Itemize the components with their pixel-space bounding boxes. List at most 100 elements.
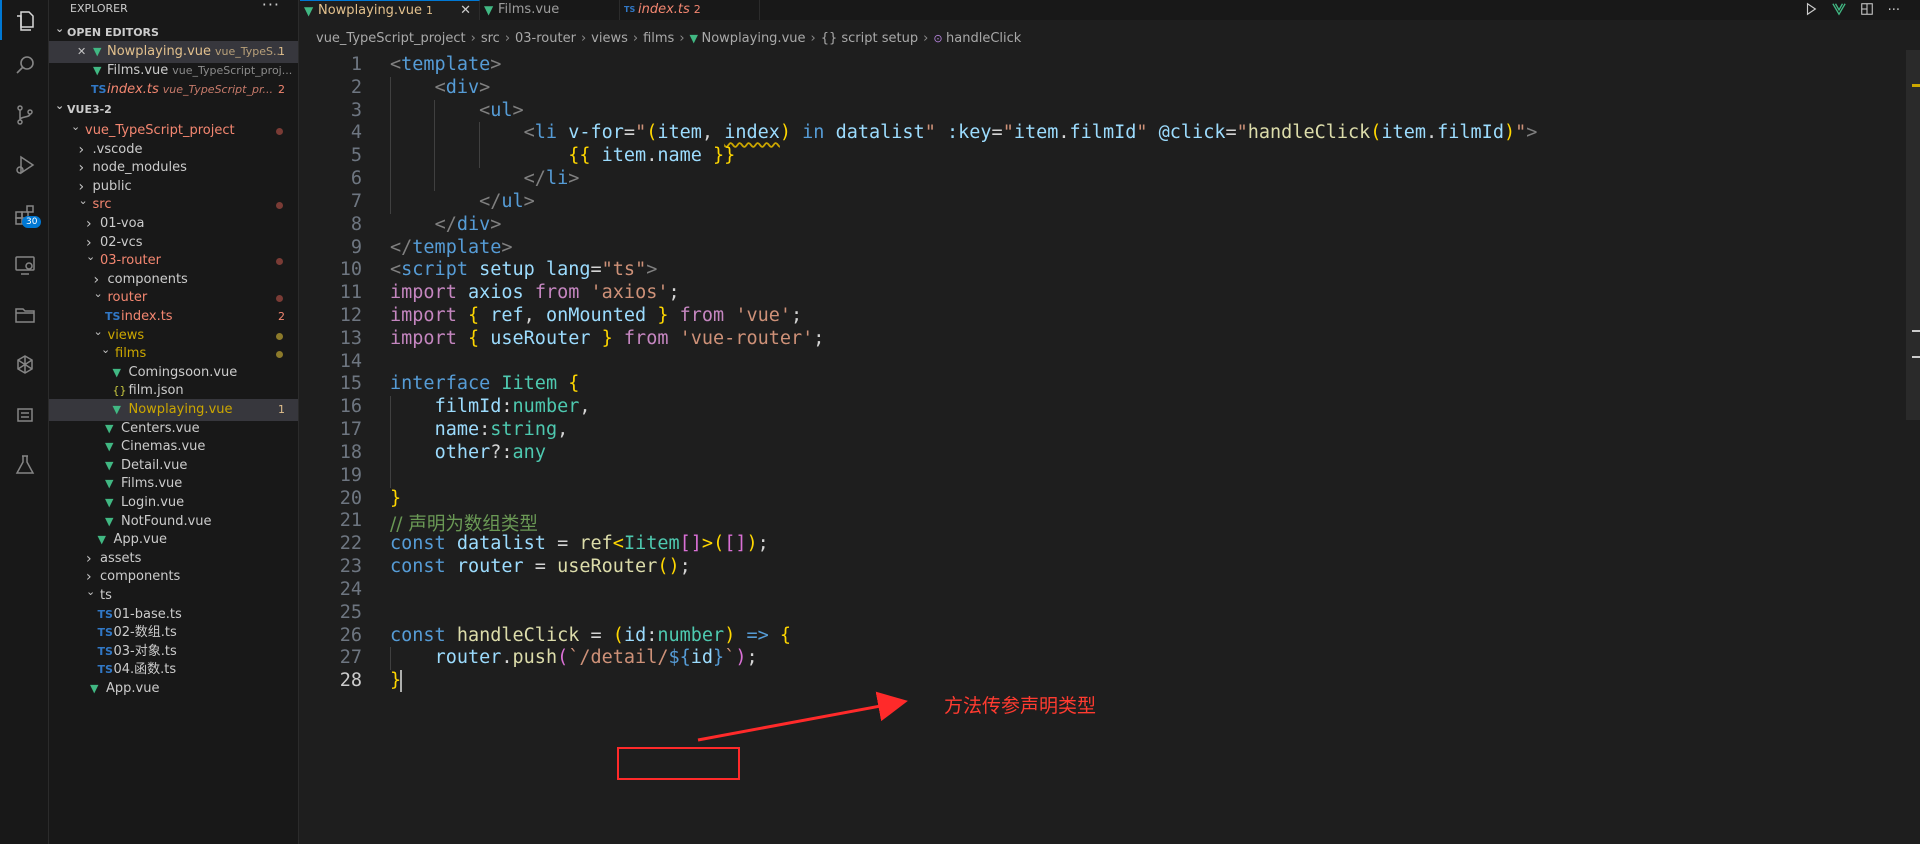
open-editor-label: index.ts vue_TypeScript_pr...	[107, 79, 273, 101]
code-token: item	[1381, 122, 1426, 144]
line-number: 10	[339, 259, 362, 281]
search-icon[interactable]	[12, 52, 38, 78]
breadcrumb-item[interactable]: views	[591, 31, 628, 46]
code-token: {	[779, 624, 792, 646]
chevron-down-icon: ⌄	[86, 585, 96, 598]
file-description: vue_TypeScript_proj...	[172, 64, 293, 77]
chevron-down-icon: ⌄	[55, 99, 65, 112]
open-editor-item[interactable]: TS index.ts vue_TypeScript_pr... 2	[49, 79, 298, 101]
more-actions-icon[interactable]: ···	[262, 0, 280, 14]
code-token: (	[646, 122, 658, 144]
folder-icon[interactable]	[12, 302, 38, 328]
code-token: {{	[568, 145, 591, 167]
vue-devtools-icon[interactable]	[1831, 1, 1846, 20]
vue-file-icon: ▼	[689, 32, 702, 45]
run-icon[interactable]	[1804, 1, 1818, 20]
code-token: lang	[545, 259, 591, 281]
code-token: "	[1002, 122, 1014, 144]
code-token: >	[1526, 122, 1538, 144]
editor-tabs: ▼ Nowplaying.vue 1 ✕ ▼ Films.vue TS index.ts 2 ·…	[300, 0, 1920, 20]
breadcrumb-item[interactable]: Nowplaying.vue	[702, 31, 806, 46]
status-dot	[276, 295, 283, 303]
remote-explorer-icon[interactable]	[12, 252, 38, 278]
source-control-icon[interactable]	[12, 102, 38, 128]
run-debug-icon[interactable]	[12, 152, 38, 178]
code-token: filmId	[1437, 122, 1504, 144]
code-token: )	[746, 533, 758, 555]
code-token: =	[590, 259, 602, 281]
code-line: const router = useRouter();	[390, 556, 691, 577]
code-token: "	[1136, 122, 1148, 144]
tab-nowplaying-vue[interactable]: ▼ Nowplaying.vue 1 ✕	[300, 0, 480, 20]
breadcrumb-item[interactable]: {} script setup	[821, 31, 918, 46]
code-token: )	[779, 122, 792, 144]
code-token: ;	[757, 533, 769, 555]
line-number: 11	[339, 282, 362, 304]
code-token: )	[735, 647, 747, 669]
breadcrumb-item[interactable]: vue_TypeScript_project	[316, 31, 466, 46]
breadcrumb-item[interactable]: 03-router	[515, 31, 576, 46]
chevron-down-icon: ⌄	[86, 250, 96, 264]
code-token: ${	[668, 647, 691, 669]
tab-index-ts[interactable]: TS index.ts 2	[620, 0, 760, 20]
workspace-section[interactable]: ⌄ VUE3-2	[49, 99, 298, 121]
file-name: index.ts	[107, 82, 159, 97]
more-actions-icon[interactable]: ···	[1888, 3, 1900, 18]
code-token: >	[490, 54, 502, 75]
files-icon[interactable]	[12, 8, 38, 34]
tab-films-vue[interactable]: ▼ Films.vue	[480, 0, 620, 20]
line-number: 22	[339, 533, 362, 555]
vue-file-icon: ▼	[90, 682, 99, 695]
file-description: vue_TypeScript_pr...	[162, 83, 273, 96]
code-editor[interactable]: 1 <template> 2 <div> 3 <ul> 4 <li v-for="(it…	[300, 50, 1920, 844]
editor-actions: ···	[1804, 0, 1900, 20]
split-editor-icon[interactable]	[1860, 1, 1874, 20]
code-line: const datalist = ref<Iitem[]>([]);	[390, 533, 769, 554]
chevron-right-icon: ›	[632, 31, 639, 46]
line-number: 24	[339, 578, 362, 600]
code-token: }	[390, 487, 402, 509]
breadcrumb-item[interactable]: src	[481, 31, 500, 46]
code-token: import	[390, 282, 457, 304]
file-name: Nowplaying.vue	[107, 44, 211, 59]
openai-icon[interactable]	[12, 352, 38, 378]
chevron-right-icon: ›	[504, 31, 511, 46]
code-token: useRouter	[490, 327, 591, 349]
code-token: li	[545, 168, 569, 190]
code-token: li	[534, 122, 558, 144]
typescript-file-icon: TS	[91, 83, 107, 96]
code-token: "	[924, 122, 936, 144]
code-token: useRouter	[557, 556, 658, 578]
code-token: in	[802, 122, 825, 144]
text-cursor	[400, 670, 402, 693]
code-token: =	[991, 122, 1003, 144]
outline-icon[interactable]	[12, 402, 38, 428]
breadcrumb-item[interactable]: films	[643, 31, 674, 46]
code-token: >	[479, 76, 491, 98]
code-token: axios	[467, 282, 524, 304]
breadcrumb-item[interactable]: handleClick	[946, 31, 1021, 46]
editor-scrollbar[interactable]	[1906, 50, 1920, 420]
overview-ruler-warning	[1912, 84, 1920, 87]
chevron-down-icon: ⌄	[55, 22, 65, 35]
testing-icon[interactable]	[12, 452, 38, 478]
file-item[interactable]: ▼ App.vue	[49, 678, 298, 700]
code-token: <	[612, 533, 624, 555]
close-tab-icon[interactable]: ✕	[460, 1, 471, 21]
code-token: (	[612, 624, 624, 646]
code-token: <	[390, 54, 402, 75]
vue-file-icon: ▼	[304, 4, 314, 18]
code-token: <	[479, 99, 491, 121]
